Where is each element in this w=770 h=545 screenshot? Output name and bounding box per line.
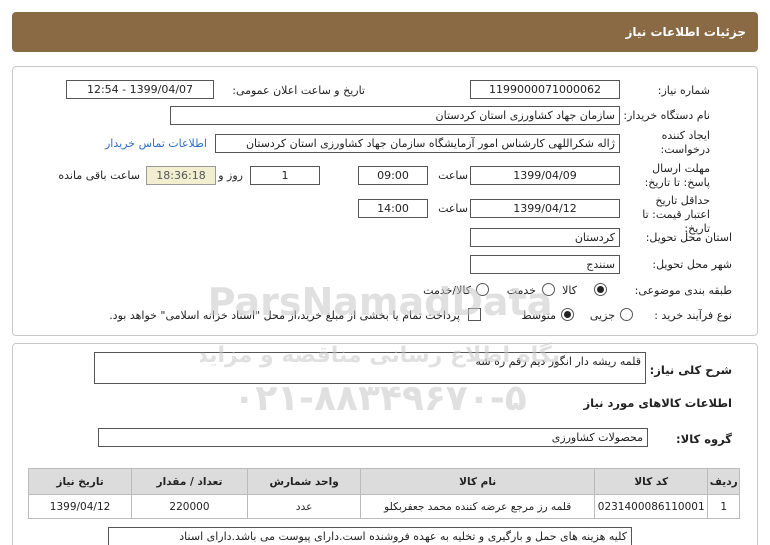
cell-date: 1399/04/12 [27,494,133,519]
category-service-radio[interactable] [542,283,555,296]
process-minor-radio[interactable] [620,308,633,321]
goods-table-header: ردیف کد کالا نام کالا واحد شمارش تعداد /… [27,468,740,495]
deadline-date-field[interactable]: 1399/04/09 [470,166,620,185]
payment-note: پرداخت تمام یا بخشی از مبلغ خرید،از محل … [109,309,460,322]
validity-label: حداقل تاریخ اعتبار قیمت: تا تاریخ: [642,194,710,235]
deadline-label: مهلت ارسال پاسخ: تا تاریخ: [644,162,710,189]
deadline-time-label: ساعت [438,169,468,182]
goods-table: ردیف کد کالا نام کالا واحد شمارش تعداد /… [27,468,740,519]
category-goods-radio[interactable] [594,283,607,296]
cell-name: قلمه رز مرجع عرضه کننده محمد جعفربکلو [360,494,595,519]
col-name: نام کالا [360,468,595,495]
announce-field[interactable]: 1399/04/07 - 12:54 [66,80,214,99]
page-header: جزئیات اطلاعات نیاز [12,12,758,52]
goods-group-label: گروه کالا: [676,432,732,446]
category-service-label: خدمت [506,284,536,297]
province-field[interactable]: کردستان [470,228,620,247]
category-goods-service-label: کالا/خدمت [423,284,471,297]
treasury-payment-checkbox[interactable] [468,308,481,321]
col-code: کد کالا [593,468,709,495]
validity-date-field[interactable]: 1399/04/12 [470,199,620,218]
days-label: روز و [218,169,243,182]
category-goods-service-radio[interactable] [476,283,489,296]
creator-label: ایجاد کننده درخواست: [660,129,710,156]
category-label: طبقه بندی موضوعی: [634,284,732,297]
remaining-label: ساعت باقی مانده [58,169,140,182]
buyer-field[interactable]: سازمان جهاد کشاورزی استان کردستان [170,106,620,125]
days-field[interactable]: 1 [250,166,320,185]
goods-info-title: اطلاعات کالاهای مورد نیاز [583,396,732,410]
cell-code: 0231400086110001 [593,494,709,519]
creator-field[interactable]: ژاله شکراللهی کارشناس امور آزمایشگاه ساز… [215,134,620,153]
deadline-time-field[interactable]: 09:00 [358,166,428,185]
table-row[interactable]: 1 0231400086110001 قلمه رز مرجع عرضه کنن… [27,494,740,519]
col-qty: تعداد / مقدار [131,468,248,495]
city-label: شهر محل تحویل: [652,258,732,271]
col-date: تاریخ نیاز [27,468,133,495]
page-title: جزئیات اطلاعات نیاز [625,25,746,39]
col-unit: واحد شمارش [246,468,362,495]
remaining-time-field: 18:36:18 [146,166,216,185]
city-field[interactable]: سنندج [470,255,620,274]
process-medium-label: متوسط [521,309,556,322]
announce-label: تاریخ و ساعت اعلان عمومی: [232,84,365,97]
summary-field[interactable]: قلمه ریشه دار انگور دیم رقم ره شه [94,352,646,384]
need-number-field[interactable]: 1199000071000062 [470,80,620,99]
cell-qty: 220000 [131,494,248,519]
goods-group-field[interactable]: محصولات کشاورزی [98,428,648,447]
need-number-label: شماره نیاز: [657,84,710,97]
process-medium-radio[interactable] [561,308,574,321]
summary-label: شرح کلی نیاز: [649,363,732,377]
col-row: ردیف [707,468,740,495]
validity-time-label: ساعت [438,202,468,215]
category-goods-label: کالا [562,284,577,297]
process-label: نوع فرآیند خرید : [654,309,732,322]
cell-unit: عدد [246,494,362,519]
province-label: استان محل تحویل: [645,231,732,244]
buyer-label: نام دستگاه خریدار: [623,109,710,122]
buyer-contact-link[interactable]: اطلاعات تماس خریدار [105,137,207,150]
notes-field[interactable]: کلیه هزینه های حمل و بارگیری و تخلیه به … [108,527,632,545]
validity-time-field[interactable]: 14:00 [358,199,428,218]
cell-row: 1 [707,494,740,519]
process-minor-label: جزیی [589,309,615,322]
